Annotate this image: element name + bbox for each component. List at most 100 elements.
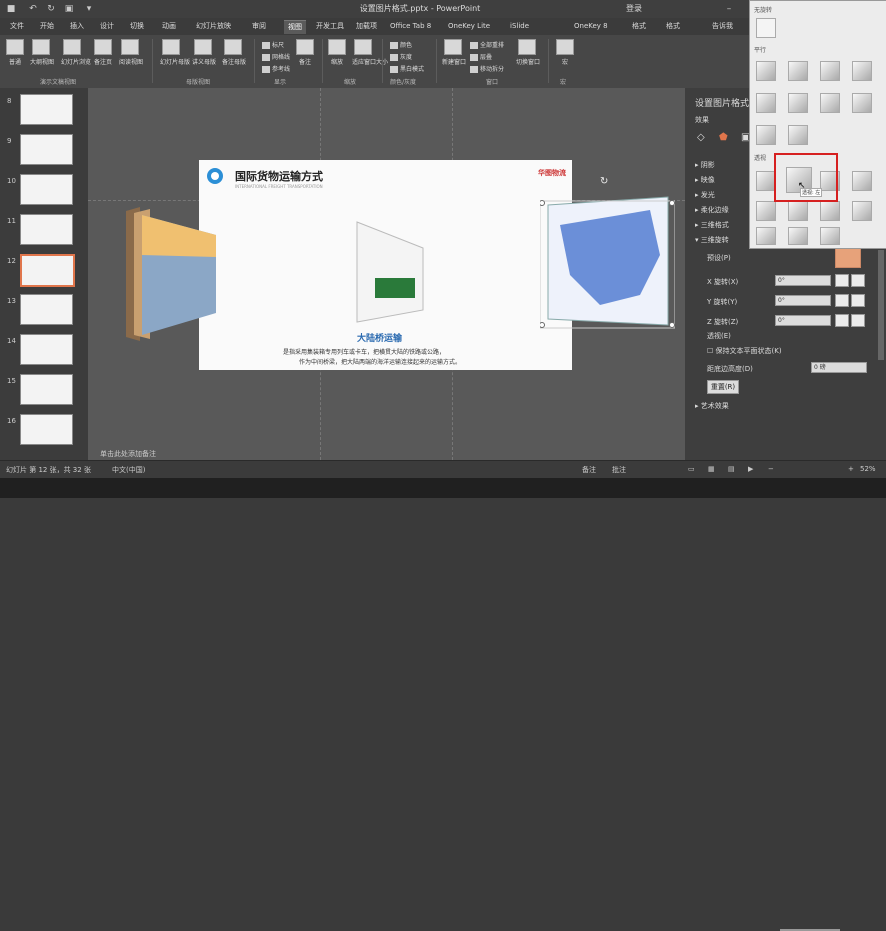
rotate-up-icon[interactable] xyxy=(835,294,849,307)
notes-placeholder[interactable]: 单击此处添加备注 xyxy=(100,449,156,459)
preset-perspective[interactable] xyxy=(788,201,808,221)
section-reflection[interactable]: ▸ 映像 xyxy=(695,175,715,185)
tab-addins[interactable]: 加载项 xyxy=(356,20,377,33)
resize-handle[interactable] xyxy=(669,322,675,328)
save-icon[interactable]: ■ xyxy=(6,4,16,14)
z-rotation-input[interactable]: 0° xyxy=(775,315,831,326)
preset-perspective[interactable] xyxy=(756,227,776,245)
switch-window-button[interactable]: 切换窗口 xyxy=(516,39,540,66)
tab-developer[interactable]: 开发工具 xyxy=(316,20,344,33)
reading-view-button[interactable]: 阅读视图 xyxy=(119,39,143,66)
guides-checkbox[interactable]: 参考线 xyxy=(262,64,290,73)
slide-sorter-icon[interactable]: ▦ xyxy=(708,465,715,473)
tab-office-tab[interactable]: Office Tab 8 xyxy=(390,20,431,33)
slideshow-icon[interactable]: ▶ xyxy=(748,465,753,473)
tell-me-search[interactable]: 告诉我 xyxy=(712,20,733,33)
customize-icon[interactable]: ▾ xyxy=(84,4,94,14)
slide-thumbnail-panel[interactable]: 8 9 10 11 12 13 14 15 16 xyxy=(0,88,88,460)
keep-text-flat-checkbox[interactable]: ☐ 保持文本平面状态(K) xyxy=(707,346,782,356)
macros-button[interactable]: 宏 xyxy=(554,39,576,66)
tab-view[interactable]: 视图 xyxy=(284,20,306,34)
resize-handle[interactable] xyxy=(669,200,675,206)
preset-parallel[interactable] xyxy=(852,61,872,81)
slide-thumbnail[interactable] xyxy=(20,94,73,125)
zoom-in-icon[interactable]: + xyxy=(848,465,854,473)
description-line[interactable]: 是指采用集装箱专用列车或卡车，把横贯大陆的铁路或公路， xyxy=(283,347,445,356)
rotate-down-icon[interactable] xyxy=(851,294,865,307)
tab-design[interactable]: 设计 xyxy=(100,20,114,33)
tab-insert[interactable]: 插入 xyxy=(70,20,84,33)
slide-thumbnail[interactable] xyxy=(20,134,73,165)
section-soft-edges[interactable]: ▸ 柔化边缘 xyxy=(695,205,729,215)
preset-perspective[interactable] xyxy=(756,171,776,191)
preset-parallel[interactable] xyxy=(756,61,776,81)
language-indicator[interactable]: 中文(中国) xyxy=(112,465,145,475)
tab-slideshow[interactable]: 幻灯片放映 xyxy=(196,20,231,33)
handout-master-button[interactable]: 讲义母版 xyxy=(192,39,216,66)
tab-format-1[interactable]: 格式 xyxy=(632,20,646,33)
slide-title[interactable]: 国际货物运输方式 xyxy=(235,168,323,184)
arrange-all-button[interactable]: 全部重排 xyxy=(470,40,504,49)
preset-perspective[interactable] xyxy=(788,227,808,245)
preset-parallel[interactable] xyxy=(820,61,840,81)
slide-sorter-button[interactable]: 幻灯片浏览 xyxy=(61,39,91,66)
reset-button[interactable]: 重置(R) xyxy=(707,380,739,394)
sign-in-link[interactable]: 登录 xyxy=(626,3,642,14)
fill-icon[interactable]: ◇ xyxy=(697,132,705,143)
rotate-ccw-icon[interactable] xyxy=(835,314,849,327)
preset-perspective[interactable] xyxy=(852,201,872,221)
tab-onekey-lite[interactable]: OneKey Lite xyxy=(448,20,490,33)
tab-review[interactable]: 审阅 xyxy=(252,20,266,33)
preset-perspective[interactable] xyxy=(820,227,840,245)
tab-animations[interactable]: 动画 xyxy=(162,20,176,33)
map-image-selected[interactable] xyxy=(540,195,675,330)
preset-no-rotation[interactable] xyxy=(756,18,776,38)
section-shadow[interactable]: ▸ 阴影 xyxy=(695,160,715,170)
rotate-handle-icon[interactable]: ↻ xyxy=(600,176,608,187)
color-mode-button[interactable]: 颜色 xyxy=(390,40,412,49)
slide-thumbnail[interactable] xyxy=(20,214,73,245)
tab-format-2[interactable]: 格式 xyxy=(666,20,680,33)
preset-parallel[interactable] xyxy=(788,93,808,113)
train-photo-card[interactable] xyxy=(355,218,425,328)
rotate-left-icon[interactable] xyxy=(835,274,849,287)
notes-page-button[interactable]: 备注页 xyxy=(92,39,114,66)
slideshow-icon[interactable]: ▣ xyxy=(64,4,74,14)
new-window-button[interactable]: 新建窗口 xyxy=(442,39,466,66)
slide-thumbnail[interactable] xyxy=(20,414,73,445)
rotate-cw-icon[interactable] xyxy=(851,314,865,327)
minimize-icon[interactable]: – xyxy=(724,4,734,14)
notes-master-button[interactable]: 备注母版 xyxy=(222,39,246,66)
slide-thumbnail[interactable] xyxy=(20,294,73,325)
ship-photo-card[interactable] xyxy=(120,205,220,345)
preset-perspective[interactable] xyxy=(820,201,840,221)
notes-toggle[interactable]: 备注 xyxy=(582,465,596,475)
preset-dropdown-button[interactable] xyxy=(835,248,861,268)
normal-view-button[interactable]: 普通 xyxy=(4,39,26,66)
tab-onekey8[interactable]: OneKey 8 xyxy=(574,20,608,33)
resize-handle[interactable] xyxy=(540,200,545,206)
rotate-right-icon[interactable] xyxy=(851,274,865,287)
preset-parallel[interactable] xyxy=(852,93,872,113)
tab-home[interactable]: 开始 xyxy=(40,20,54,33)
tab-islide[interactable]: iSlide xyxy=(510,20,529,33)
3d-rotation-gallery[interactable]: 无旋转 平行 透视 透视: 左 ↖ xyxy=(749,0,886,249)
distance-input[interactable]: 0 磅 xyxy=(811,362,867,373)
preset-perspective[interactable] xyxy=(852,171,872,191)
preset-parallel[interactable] xyxy=(788,125,808,145)
normal-view-icon[interactable]: ▭ xyxy=(688,465,695,473)
ruler-checkbox[interactable]: 标尺 xyxy=(262,40,284,49)
reading-view-icon[interactable]: ▤ xyxy=(728,465,735,473)
preset-parallel[interactable] xyxy=(788,61,808,81)
cascade-button[interactable]: 层叠 xyxy=(470,52,492,61)
slide-thumbnail-selected[interactable] xyxy=(20,254,75,287)
section-3d-format[interactable]: ▸ 三维格式 xyxy=(695,220,729,230)
tab-transitions[interactable]: 切换 xyxy=(130,20,144,33)
section-glow[interactable]: ▸ 发光 xyxy=(695,190,715,200)
gridlines-checkbox[interactable]: 网格线 xyxy=(262,52,290,61)
preset-parallel[interactable] xyxy=(756,93,776,113)
tab-file[interactable]: 文件 xyxy=(10,20,24,33)
zoom-level[interactable]: 52% xyxy=(860,465,876,473)
undo-icon[interactable]: ↶ xyxy=(28,4,38,14)
preset-parallel[interactable] xyxy=(756,125,776,145)
